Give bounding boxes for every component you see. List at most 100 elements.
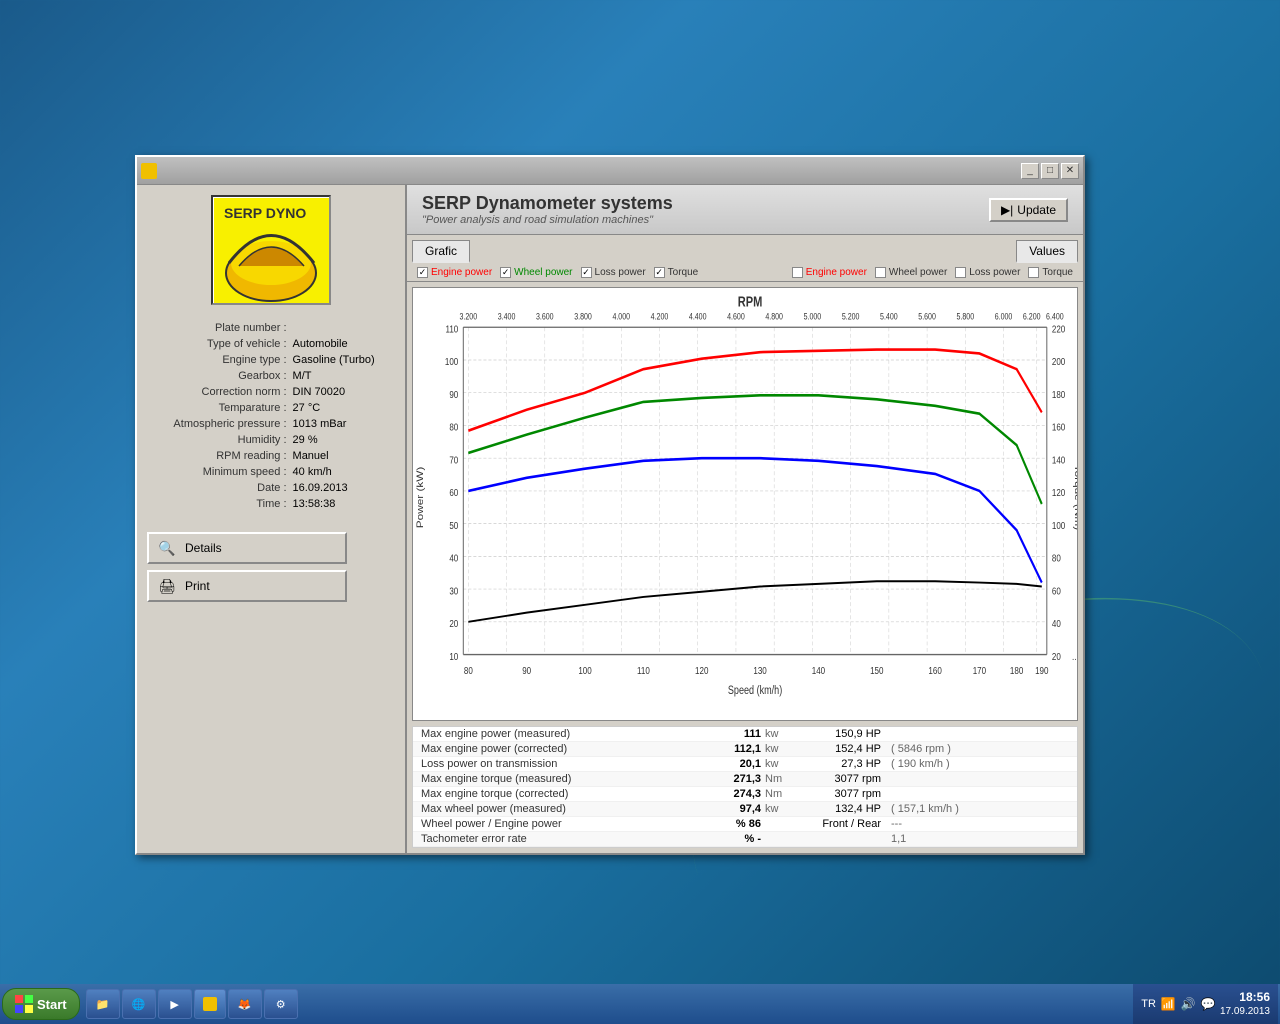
svg-text:40: 40 — [449, 553, 458, 564]
print-button[interactable]: 🖨 Print — [147, 570, 347, 602]
temp-value: 27 °C — [290, 400, 395, 416]
svg-text:100: 100 — [445, 356, 458, 367]
logo-image: SERP DYNO — [214, 198, 329, 303]
row-label: Max engine torque (corrected) — [421, 788, 701, 800]
svg-text:3.200: 3.200 — [460, 312, 478, 322]
notification-icon: 💬 — [1200, 996, 1216, 1012]
row-label: Max wheel power (measured) — [421, 803, 701, 815]
svg-text:160: 160 — [1052, 422, 1065, 433]
table-row: Loss power on transmission 20,1 kw 27,3 … — [413, 757, 1077, 772]
svg-text:190: 190 — [1035, 665, 1048, 676]
svg-text:60: 60 — [449, 487, 458, 498]
row-extra: ( 190 km/h ) — [881, 758, 1069, 770]
app-content: SERP DYNO Plate number : Type of v — [137, 185, 1083, 853]
start-button[interactable]: Start — [2, 988, 80, 1020]
row-label: Max engine power (corrected) — [421, 743, 701, 755]
other-icon: ⚙ — [273, 996, 289, 1012]
row-val1: 112,1 — [701, 743, 761, 755]
svg-text:60: 60 — [1052, 585, 1061, 596]
svg-text:6.400: 6.400 — [1046, 312, 1064, 322]
taskbar-file-manager[interactable]: 📁 — [86, 989, 120, 1019]
search-icon: 🔍 — [157, 538, 177, 558]
details-button[interactable]: 🔍 Details — [147, 532, 347, 564]
svg-text:10: 10 — [449, 651, 458, 662]
humidity-value: 29 % — [290, 432, 395, 448]
engine-power-checkbox-values[interactable] — [792, 267, 803, 278]
wheel-power-checkbox-grafic[interactable] — [500, 267, 511, 278]
print-icon: 🖨 — [157, 576, 177, 596]
min-speed-label: Minimum speed : — [147, 464, 290, 480]
pressure-label: Atmospheric pressure : — [147, 416, 290, 432]
row-val1: % 86 — [701, 818, 761, 830]
svg-text:...: ... — [1072, 651, 1077, 662]
row-val1: 271,3 — [701, 773, 761, 785]
header-area: SERP Dynamometer systems "Power analysis… — [407, 185, 1083, 235]
loss-power-checkbox-values[interactable] — [955, 267, 966, 278]
taskbar-ie[interactable]: 🌐 — [122, 989, 156, 1019]
norm-label: Correction norm : — [147, 384, 290, 400]
title-bar: _ □ ✕ — [137, 157, 1083, 185]
update-button[interactable]: ▶| Update — [989, 198, 1068, 222]
firefox-icon: 🦊 — [237, 996, 253, 1012]
svg-text:RPM: RPM — [738, 293, 763, 310]
min-speed-value: 40 km/h — [290, 464, 395, 480]
engine-power-checkbox-grafic[interactable] — [417, 267, 428, 278]
taskbar-firefox[interactable]: 🦊 — [228, 989, 262, 1019]
svg-text:180: 180 — [1010, 665, 1023, 676]
date-label: Date : — [147, 480, 290, 496]
humidity-label: Humidity : — [147, 432, 290, 448]
row-unit1: kw — [761, 803, 801, 815]
clock: 18:56 17.09.2013 — [1220, 990, 1270, 1019]
type-value: Automobile — [290, 336, 395, 352]
row-label: Loss power on transmission — [421, 758, 701, 770]
update-icon: ▶| — [1001, 203, 1013, 217]
svg-text:220: 220 — [1052, 324, 1065, 335]
pressure-value: 1013 mBar — [290, 416, 395, 432]
row-val2: 3077 rpm — [801, 788, 881, 800]
svg-text:20: 20 — [449, 618, 458, 629]
svg-text:Torque (Nm): Torque (Nm) — [1072, 465, 1077, 530]
svg-text:SERP DYNO: SERP DYNO — [224, 205, 306, 221]
svg-text:50: 50 — [449, 520, 458, 531]
loss-power-checkbox-grafic[interactable] — [581, 267, 592, 278]
tab-grafic[interactable]: Grafic — [412, 240, 470, 263]
engine-value: Gasoline (Turbo) — [290, 352, 395, 368]
row-unit1: kw — [761, 728, 801, 740]
engine-power-label-grafic: Engine power — [431, 267, 492, 278]
wheel-power-label-grafic: Wheel power — [514, 267, 572, 278]
right-panel: SERP Dynamometer systems "Power analysis… — [407, 185, 1083, 853]
temp-label: Temparature : — [147, 400, 290, 416]
wheel-power-checkbox-values[interactable] — [875, 267, 886, 278]
row-val1: 20,1 — [701, 758, 761, 770]
torque-checkbox-values[interactable] — [1028, 267, 1039, 278]
row-label: Wheel power / Engine power — [421, 818, 701, 830]
svg-text:Speed (km/h): Speed (km/h) — [728, 684, 782, 697]
company-info: SERP Dynamometer systems "Power analysis… — [422, 193, 673, 226]
svg-text:5.400: 5.400 — [880, 312, 898, 322]
restore-button[interactable]: □ — [1041, 163, 1059, 179]
svg-text:5.200: 5.200 — [842, 312, 860, 322]
torque-label-values: Torque — [1042, 267, 1073, 278]
ie-icon: 🌐 — [131, 996, 147, 1012]
language-indicator: TR — [1141, 998, 1156, 1010]
taskbar-media[interactable]: ▶ — [158, 989, 192, 1019]
taskbar: Start 📁 🌐 ▶ 🦊 ⚙ TR 📶 🔊 💬 18:56 17.09.201… — [0, 984, 1280, 1024]
taskbar-other[interactable]: ⚙ — [264, 989, 298, 1019]
row-val2: 132,4 HP — [801, 803, 881, 815]
title-bar-left — [141, 163, 157, 179]
table-row: Wheel power / Engine power % 86 Front / … — [413, 817, 1077, 832]
svg-text:4.600: 4.600 — [727, 312, 745, 322]
svg-text:100: 100 — [1052, 520, 1065, 531]
svg-text:130: 130 — [753, 665, 766, 676]
close-button[interactable]: ✕ — [1061, 163, 1079, 179]
vehicle-info-table: Plate number : Type of vehicle : Automob… — [147, 320, 395, 512]
row-extra: 1,1 — [881, 833, 1069, 845]
tab-values[interactable]: Values — [1016, 240, 1078, 263]
torque-checkbox-grafic[interactable] — [654, 267, 665, 278]
time-label: Time : — [147, 496, 290, 512]
row-val1: 97,4 — [701, 803, 761, 815]
taskbar-serp[interactable] — [194, 989, 226, 1019]
minimize-button[interactable]: _ — [1021, 163, 1039, 179]
row-val1: 111 — [701, 728, 761, 740]
network-icon: 📶 — [1160, 996, 1176, 1012]
